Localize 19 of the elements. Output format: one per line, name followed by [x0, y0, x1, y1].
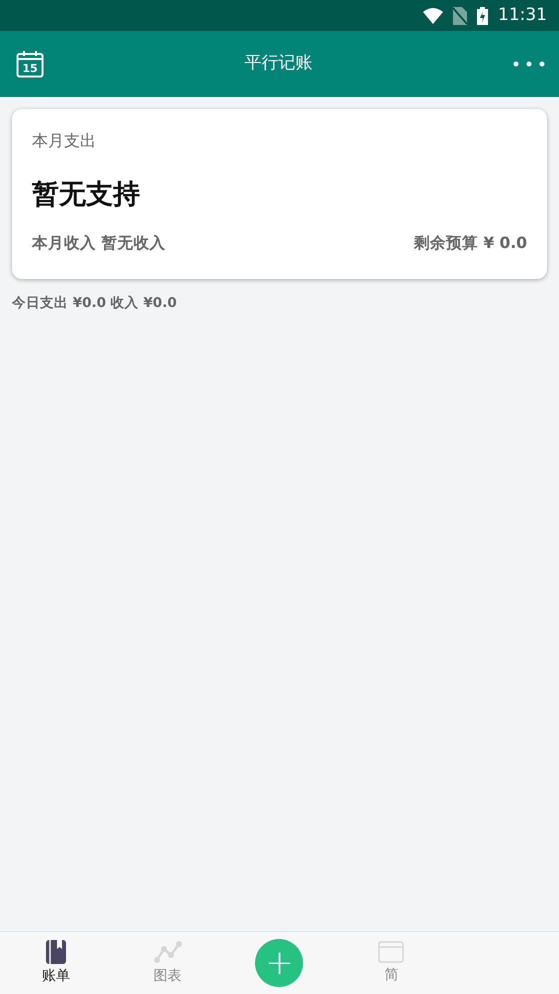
more-icon[interactable]: [513, 61, 545, 67]
nav-tab[interactable]: 图表: [112, 932, 224, 994]
today-summary: 今日支出 ¥0.0 收入 ¥0.0: [12, 294, 178, 313]
status-time: 11:31: [498, 4, 547, 27]
nav-tab[interactable]: 账单: [0, 932, 112, 994]
book-icon: [46, 940, 66, 964]
calendar-icon[interactable]: 15: [16, 50, 44, 78]
wifi-icon: [423, 8, 443, 24]
budget-remaining: 剩余预算 ¥ 0.0: [414, 232, 527, 254]
expense-amount: 暂无支持: [32, 178, 141, 212]
app-title: 平行记账: [244, 52, 312, 76]
no-sim-icon: [453, 6, 467, 24]
income-summary: 本月收入 暂无收入: [32, 232, 166, 254]
battery-charging-icon: [477, 6, 488, 24]
add-button[interactable]: +: [255, 939, 304, 987]
nav-tab[interactable]: 简: [335, 932, 448, 994]
card-label: 本月支出: [32, 130, 97, 152]
line-chart-icon: [154, 940, 182, 964]
card-icon: [378, 940, 404, 962]
